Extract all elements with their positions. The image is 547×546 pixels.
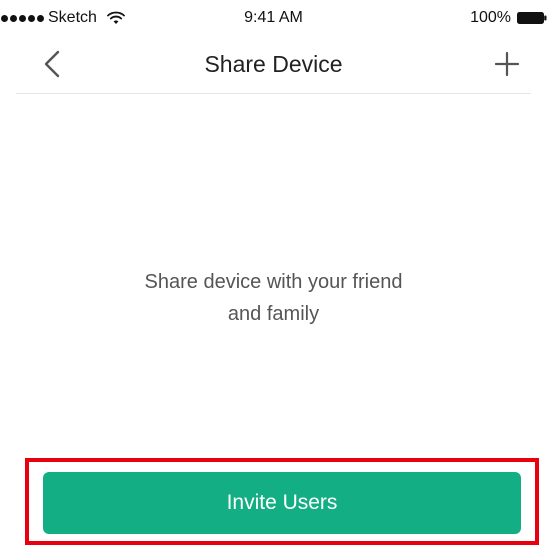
nav-bar: Share Device	[0, 34, 547, 94]
battery-percent: 100%	[470, 9, 511, 26]
nav-divider	[16, 93, 531, 94]
empty-state-line-2: and family	[227, 303, 320, 325]
empty-state-line-1: Share device with your friend	[144, 271, 403, 293]
status-time: 9:41 AM	[244, 9, 303, 26]
plus-icon	[494, 51, 520, 77]
battery-icon	[517, 12, 547, 24]
page-title: Share Device	[204, 51, 343, 77]
status-right: 100%	[470, 9, 547, 27]
status-bar: Sketch 9:41 AM 100%	[0, 0, 547, 34]
empty-state-message: Share device with your friend and family	[0, 266, 547, 330]
invite-users-button[interactable]: Invite Users	[43, 472, 521, 534]
add-button[interactable]	[489, 46, 525, 82]
share-device-screen: Sketch 9:41 AM 100% Share Device Share d…	[0, 0, 547, 546]
